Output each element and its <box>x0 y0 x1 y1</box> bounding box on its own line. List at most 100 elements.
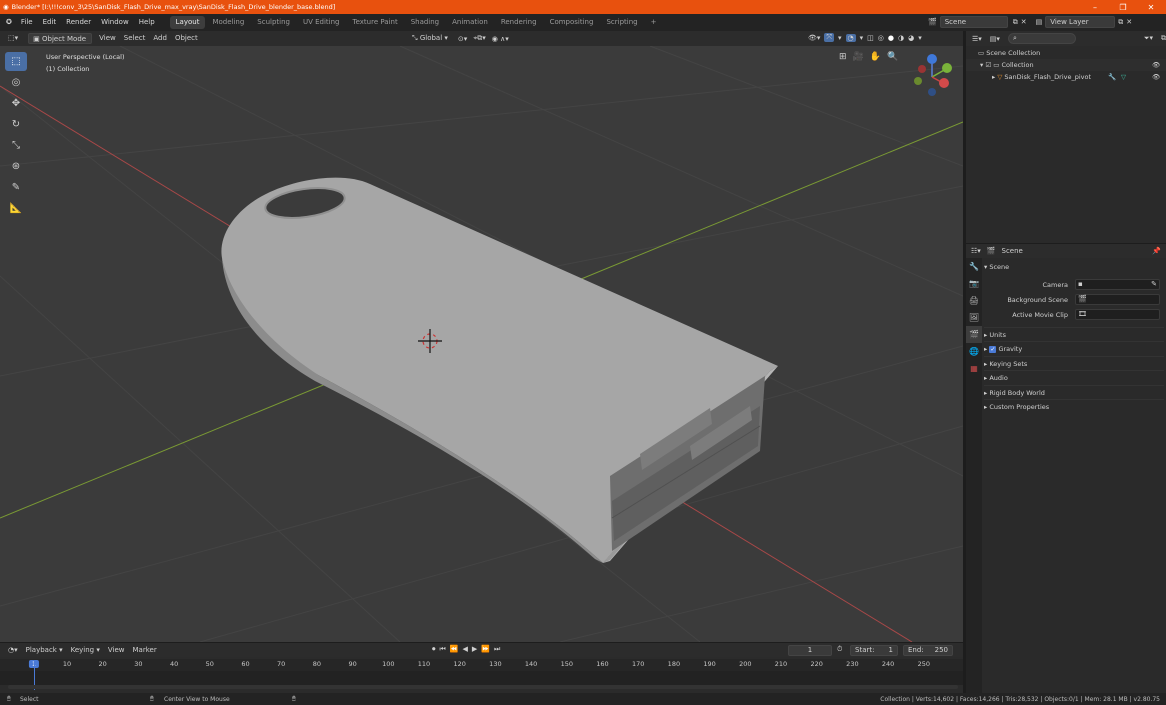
outliner-object[interactable]: ▸ ▽ SanDisk_Flash_Drive_pivot 🔧 ▽ 👁 <box>966 71 1166 83</box>
gizmo-dropdown-icon[interactable]: ▾ <box>838 34 842 42</box>
clock-icon[interactable]: ⏱ <box>837 645 842 654</box>
checkbox-icon[interactable]: ☑ <box>985 61 991 69</box>
solid-shading-icon[interactable]: ● <box>888 34 894 42</box>
shading-dropdown-icon[interactable]: ▾ <box>918 34 922 42</box>
menu-select[interactable]: Select <box>120 33 150 44</box>
play-icon[interactable]: ▶ <box>472 645 477 654</box>
outliner-editor-icon[interactable]: ☰▾ <box>972 35 982 43</box>
tab-shading[interactable]: Shading <box>405 16 445 29</box>
frame-ruler[interactable]: 1102030405060708090100110120130140150160… <box>0 659 963 671</box>
tab-compositing[interactable]: Compositing <box>544 16 600 29</box>
rigid-body-world-section[interactable]: ▸ Rigid Body World <box>984 385 1164 399</box>
overlay-dropdown-icon[interactable]: ▾ <box>860 34 864 42</box>
units-section[interactable]: ▸ Units <box>984 327 1164 341</box>
record-icon[interactable]: ⏺ <box>432 645 436 654</box>
custom-properties-section[interactable]: ▸ Custom Properties <box>984 399 1164 413</box>
properties-editor-icon[interactable]: ☷▾ <box>971 247 981 255</box>
add-workspace-button[interactable]: + <box>645 16 663 29</box>
menu-render[interactable]: Render <box>61 14 96 31</box>
filter-icon[interactable]: ⏷▾ <box>1144 34 1153 43</box>
menu-timeline-view[interactable]: View <box>104 645 129 656</box>
transform-tool-icon[interactable]: ⊛ <box>5 157 27 176</box>
camera-field[interactable]: ▪ ✎ <box>1075 279 1160 290</box>
background-scene-field[interactable]: 🎬 <box>1075 294 1160 305</box>
menu-window[interactable]: Window <box>96 14 134 31</box>
zoom-icon[interactable]: 🔍 <box>887 52 898 62</box>
menu-view[interactable]: View <box>95 33 120 44</box>
snap-icon[interactable]: ⌖⧉▾ <box>473 34 485 43</box>
menu-playback[interactable]: Playback ▾ <box>22 645 67 656</box>
annotate-tool-icon[interactable]: ✎ <box>5 178 27 197</box>
eyedropper-icon[interactable]: ✎ <box>1151 280 1157 288</box>
maximize-button[interactable]: ❐ <box>1109 0 1137 14</box>
pan-hand-icon[interactable]: ✋ <box>870 52 881 62</box>
modifier-icon[interactable]: 🔧 <box>1108 71 1116 83</box>
scene-selector[interactable]: Scene <box>939 16 1008 28</box>
audio-section[interactable]: ▸ Audio <box>984 370 1164 384</box>
new-scene-icon[interactable]: ⧉ <box>1013 18 1018 27</box>
gravity-checkbox[interactable]: ✓ <box>989 346 997 353</box>
next-keyframe-icon[interactable]: ⏩ <box>481 645 490 654</box>
scene-tab-icon[interactable]: 🎬 <box>966 326 982 343</box>
eye-icon[interactable]: 👁 <box>1152 71 1160 83</box>
outliner-scene-collection[interactable]: ▭ Scene Collection <box>966 47 1166 59</box>
scene-icon[interactable]: 🎬 <box>928 18 937 26</box>
start-frame-field[interactable]: Start: 1 <box>850 645 898 656</box>
menu-keying[interactable]: Keying ▾ <box>67 645 104 656</box>
mode-selector[interactable]: ▣ Object Mode ▾ <box>28 33 93 54</box>
rotate-tool-icon[interactable]: ↻ <box>5 115 27 134</box>
new-view-layer-icon[interactable]: ⧉ <box>1118 18 1123 27</box>
new-collection-icon[interactable]: ⧉ <box>1161 34 1166 43</box>
menu-file[interactable]: File <box>16 14 38 31</box>
material-shading-icon[interactable]: ◑ <box>898 34 904 42</box>
tab-texture-paint[interactable]: Texture Paint <box>347 16 404 29</box>
overlay-icon[interactable]: ◔ <box>845 33 856 42</box>
expand-arrow-icon[interactable]: ▸ <box>992 73 995 81</box>
end-frame-field[interactable]: End: 250 <box>903 645 953 656</box>
menu-object[interactable]: Object <box>171 33 202 44</box>
delete-scene-icon[interactable]: ✕ <box>1021 18 1027 26</box>
texture-tab-icon[interactable]: ▦ <box>966 360 982 377</box>
delete-view-layer-icon[interactable]: ✕ <box>1126 18 1132 26</box>
expand-arrow-icon[interactable]: ▾ <box>980 61 983 69</box>
tab-scripting[interactable]: Scripting <box>600 16 643 29</box>
measure-tool-icon[interactable]: 📐 <box>5 199 27 218</box>
jump-start-icon[interactable]: ⏮ <box>440 645 446 654</box>
navigation-gizmo[interactable] <box>910 52 956 100</box>
tab-uv-editing[interactable]: UV Editing <box>297 16 346 29</box>
menu-marker[interactable]: Marker <box>129 645 161 656</box>
tab-animation[interactable]: Animation <box>446 16 494 29</box>
timeline-scrollbar[interactable] <box>8 685 958 689</box>
world-tab-icon[interactable]: 🌐 <box>966 343 982 360</box>
display-mode-icon[interactable]: ▤▾ <box>990 35 1000 43</box>
proportional-edit-icon[interactable]: ◉ ∧▾ <box>492 35 509 43</box>
grid-view-icon[interactable]: ⊞ <box>839 52 847 62</box>
visibility-icon[interactable]: 👁▾ <box>808 34 820 42</box>
menu-add[interactable]: Add <box>149 33 171 44</box>
wireframe-shading-icon[interactable]: ◎ <box>878 34 884 42</box>
xray-icon[interactable]: ◫ <box>867 34 874 42</box>
3d-viewport[interactable]: User Perspective (Local) (1) Collection … <box>0 46 963 642</box>
pivot-icon[interactable]: ⊙▾ <box>458 35 467 43</box>
gizmo-icon[interactable]: ⤧ <box>824 33 835 42</box>
menu-help[interactable]: Help <box>134 14 160 31</box>
view-layer-icon[interactable]: ▤ <box>1036 18 1043 26</box>
pin-icon[interactable]: 📌 <box>1152 247 1161 255</box>
tab-modeling[interactable]: Modeling <box>206 16 250 29</box>
select-box-tool-icon[interactable]: ⬚ <box>5 52 27 71</box>
keying-sets-section[interactable]: ▸ Keying Sets <box>984 356 1164 370</box>
rendered-shading-icon[interactable]: ◕ <box>908 34 914 42</box>
editor-type-icon[interactable]: ⬚▾ <box>4 33 22 44</box>
output-tab-icon[interactable]: 🖨 <box>966 292 982 309</box>
scene-panel-header[interactable]: ▾ Scene <box>984 260 1164 274</box>
view-layer-tab-icon[interactable]: 🖼 <box>966 309 982 326</box>
tool-tab-icon[interactable]: 🔧 <box>966 258 982 275</box>
cursor-tool-icon[interactable]: ◎ <box>5 73 27 92</box>
current-frame-field[interactable]: 1 <box>788 645 832 656</box>
gravity-section[interactable]: ▸ ✓ Gravity <box>984 341 1164 355</box>
menu-edit[interactable]: Edit <box>38 14 62 31</box>
jump-end-icon[interactable]: ⏭ <box>494 645 500 654</box>
outliner-search-input[interactable]: ⌕ <box>1007 33 1076 44</box>
scale-tool-icon[interactable]: ⤡ <box>5 136 27 155</box>
render-tab-icon[interactable]: 📷 <box>966 275 982 292</box>
